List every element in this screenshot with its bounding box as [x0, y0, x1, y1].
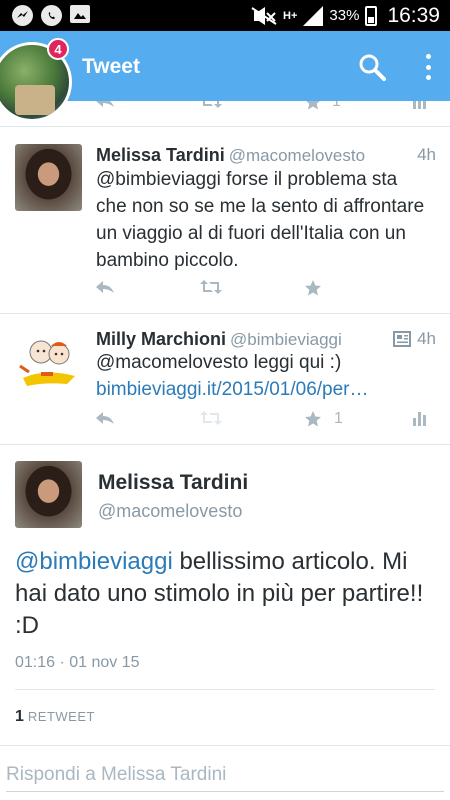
page-title: Tweet — [82, 55, 140, 78]
author-handle: @bimbieviaggi — [230, 330, 342, 349]
mention-link[interactable]: @bimbieviaggi — [15, 548, 173, 575]
tweet-time: 4h — [417, 329, 436, 348]
author-name: Milly Marchioni — [96, 329, 227, 349]
author-name: Melissa Tardini — [96, 145, 225, 165]
reply-input[interactable] — [6, 760, 444, 790]
retweet-icon[interactable] — [200, 279, 222, 295]
reply-icon[interactable] — [95, 101, 115, 109]
tweet-item[interactable]: Melissa Tardini @macomelovesto 4h @bimbie… — [0, 128, 450, 314]
mute-icon — [251, 6, 277, 25]
search-icon[interactable] — [358, 53, 386, 81]
favorite-icon[interactable]: 1 — [304, 101, 341, 111]
detail-avatar[interactable] — [15, 461, 82, 528]
retweet-stats[interactable]: 1 RETWEET — [15, 708, 95, 726]
tweet-time: 4h — [417, 145, 436, 164]
gallery-icon — [70, 5, 90, 23]
favorite-count: 1 — [332, 101, 341, 110]
tweet-item[interactable]: Milly Marchioni @bimbieviaggi 4h @macomel… — [0, 314, 450, 445]
retweet-icon[interactable] — [200, 410, 222, 426]
tweet-actions: 1 — [0, 410, 450, 434]
tweet-actions — [0, 279, 450, 303]
tweet-text: @bimbieviaggi forse il problema sta che … — [96, 169, 425, 271]
tweet-text: @macomelovesto leggi qui :) — [96, 352, 342, 373]
article-icon — [393, 331, 412, 347]
stats-icon[interactable] — [412, 101, 428, 109]
network-type: H+ — [283, 9, 298, 22]
retweet-label: RETWEET — [27, 709, 95, 724]
notification-badge: 4 — [47, 38, 69, 60]
detail-timestamp: 01:16 · 01 nov 15 — [15, 654, 140, 671]
detail-author-name[interactable]: Melissa Tardini — [98, 471, 248, 495]
favorite-icon[interactable]: 1 — [304, 410, 343, 428]
reply-icon[interactable] — [95, 279, 115, 295]
messenger-icon — [12, 5, 33, 26]
status-bar: H+ 33% 16:39 — [0, 0, 450, 31]
retweet-count: 1 — [15, 708, 24, 725]
reply-icon[interactable] — [95, 410, 115, 426]
avatar[interactable] — [15, 326, 82, 393]
whatsapp-icon — [41, 5, 62, 26]
tweet-link[interactable]: bimbieviaggi.it/2015/01/06/per… — [96, 376, 426, 403]
detail-author-handle[interactable]: @macomelovesto — [98, 501, 242, 522]
stats-icon[interactable] — [412, 410, 428, 426]
favorite-icon[interactable] — [304, 279, 322, 297]
detail-tweet-text: @bimbieviaggi bellissimo articolo. Mi ha… — [15, 546, 445, 642]
divider — [15, 689, 435, 690]
signal-icon — [303, 5, 324, 26]
author-handle: @macomelovesto — [228, 146, 366, 165]
more-vert-icon[interactable] — [418, 51, 438, 83]
reply-underline — [6, 791, 444, 792]
previous-tweet-actions: 1 — [0, 101, 450, 127]
retweet-icon[interactable] — [200, 101, 222, 109]
avatar[interactable] — [15, 144, 82, 211]
favorite-count: 1 — [334, 410, 343, 427]
battery-icon — [365, 5, 378, 26]
battery-percent: 33% — [329, 7, 360, 24]
clock: 16:39 — [387, 3, 440, 27]
